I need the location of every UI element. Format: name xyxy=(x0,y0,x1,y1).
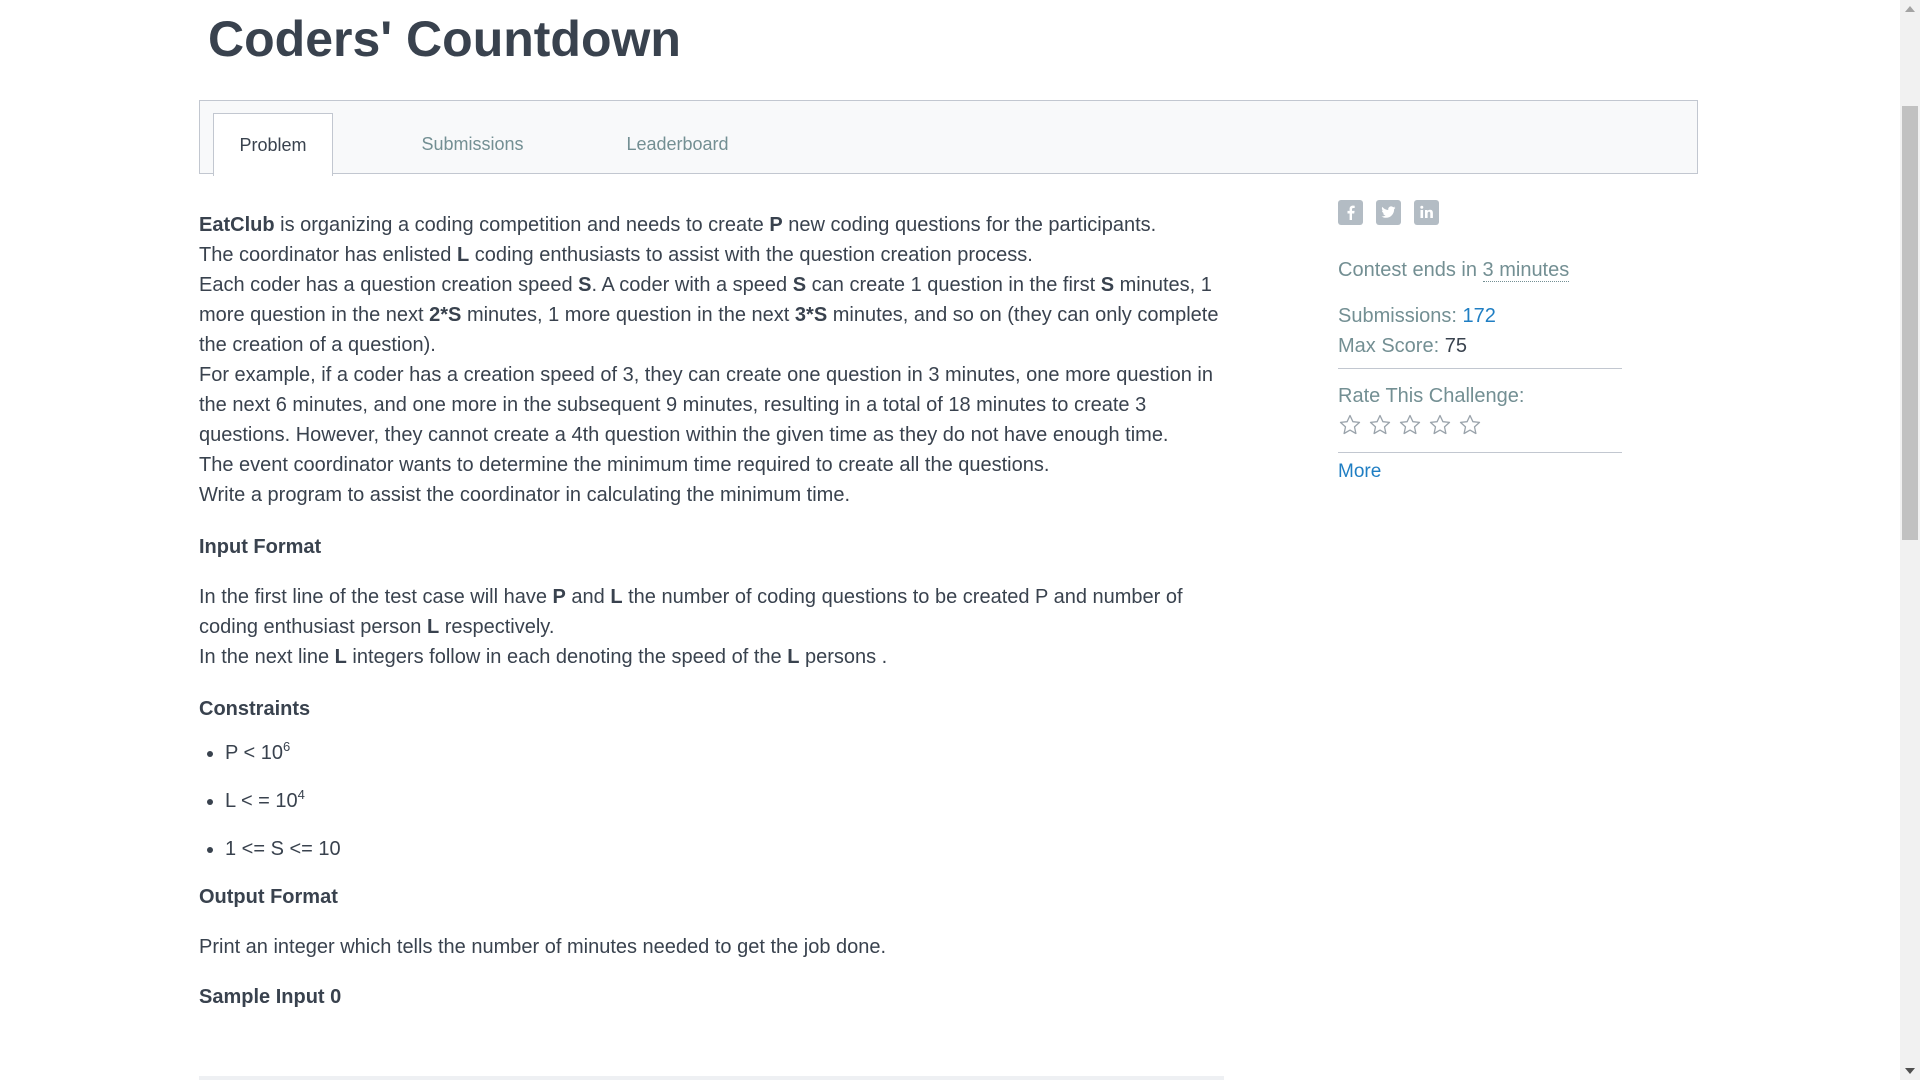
constraint-exponent: 6 xyxy=(283,739,291,754)
vertical-scrollbar[interactable] xyxy=(1900,0,1920,1080)
page-title: Coders' Countdown xyxy=(208,11,681,67)
scrollbar-thumb[interactable] xyxy=(1902,106,1918,540)
intro-goal: The event coordinator wants to determine… xyxy=(199,454,1050,476)
submissions-label: Submissions: xyxy=(1338,305,1463,327)
var-p: P xyxy=(552,586,566,608)
tab-submissions[interactable]: Submissions xyxy=(385,113,560,175)
star-icon[interactable] xyxy=(1458,413,1482,437)
intro-line-3: Each coder has a question creation speed… xyxy=(199,270,1229,360)
text: new coding questions for the participant… xyxy=(782,214,1157,236)
scroll-down-icon[interactable] xyxy=(1905,1068,1915,1074)
star-icon[interactable] xyxy=(1338,413,1362,437)
intro-line-2: The coordinator has enlisted L coding en… xyxy=(199,240,1229,270)
text: minutes, 1 more question in the next xyxy=(461,304,795,326)
challenge-sidebar: Contest ends in 3 minutes Submissions: 1… xyxy=(1338,200,1622,484)
input-format-line-1: In the first line of the test case will … xyxy=(199,582,1229,642)
sample-input-heading: Sample Input 0 xyxy=(199,986,342,1008)
text: is organizing a coding competition and n… xyxy=(274,214,770,236)
var-l: L xyxy=(456,244,470,266)
problem-statement: EatClub is organizing a coding competiti… xyxy=(199,210,1229,1080)
sample-input-box xyxy=(199,1076,1224,1080)
constraint-text: 1 <= S <= 10 xyxy=(225,838,341,860)
var-2s: 2*S xyxy=(429,304,462,326)
output-format-heading: Output Format xyxy=(199,886,338,908)
text: . A coder with a speed xyxy=(591,274,793,296)
intro-task: Write a program to assist the coordinato… xyxy=(199,484,851,506)
constraints-heading: Constraints xyxy=(199,698,311,720)
var-3s: 3*S xyxy=(794,304,828,326)
star-icon[interactable] xyxy=(1428,413,1452,437)
countdown-value: 3 minutes xyxy=(1482,259,1570,282)
text: respectively. xyxy=(439,616,555,638)
list-item: P < 106 xyxy=(225,738,1229,768)
var-l: L xyxy=(610,586,623,608)
constraint-exponent: 4 xyxy=(297,787,305,802)
rating-stars xyxy=(1338,413,1622,439)
scroll-up-icon[interactable] xyxy=(1905,6,1915,12)
input-format-heading: Input Format xyxy=(199,536,322,558)
list-item: L < = 104 xyxy=(225,786,1229,816)
var-s: S xyxy=(578,274,592,296)
intro-example: For example, if a coder has a creation s… xyxy=(199,364,1213,446)
input-format-line-2: In the next line L integers follow in ea… xyxy=(199,642,1229,672)
share-icons xyxy=(1338,200,1622,226)
intro-line-1: EatClub is organizing a coding competiti… xyxy=(199,210,1229,240)
challenge-stats: Submissions: 172 Max Score: 75 xyxy=(1338,301,1622,361)
max-score-stat: Max Score: 75 xyxy=(1338,331,1622,361)
var-p: P xyxy=(769,214,783,236)
list-item: 1 <= S <= 10 xyxy=(225,834,1229,864)
star-icon[interactable] xyxy=(1398,413,1422,437)
countdown-label: Contest ends in xyxy=(1338,259,1483,281)
rate-challenge-label: Rate This Challenge: xyxy=(1338,385,1525,407)
divider xyxy=(1338,452,1622,453)
text: The coordinator has enlisted xyxy=(199,244,457,266)
facebook-icon[interactable] xyxy=(1338,200,1363,225)
submissions-count-link[interactable]: 172 xyxy=(1463,305,1496,327)
text: and xyxy=(565,586,611,608)
max-score-label: Max Score: xyxy=(1338,335,1445,357)
text: In the first line of the test case will … xyxy=(199,586,553,608)
text: can create 1 question in the first xyxy=(806,274,1101,296)
submissions-stat: Submissions: 172 xyxy=(1338,301,1622,331)
var-l: L xyxy=(426,616,440,638)
tab-problem[interactable]: Problem xyxy=(213,113,333,176)
var-s: S xyxy=(1100,274,1115,296)
text: persons . xyxy=(799,646,888,668)
text: Each coder has a question creation speed xyxy=(199,274,579,296)
var-l: L xyxy=(334,646,347,668)
more-link[interactable]: More xyxy=(1338,460,1381,484)
tab-leaderboard[interactable]: Leaderboard xyxy=(590,113,765,175)
output-format-text: Print an integer which tells the number … xyxy=(199,936,887,958)
brand-name: EatClub xyxy=(199,214,275,236)
star-icon[interactable] xyxy=(1368,413,1392,437)
contest-countdown: Contest ends in 3 minutes xyxy=(1338,255,1622,285)
constraint-text: P < 10 xyxy=(225,742,284,764)
linkedin-icon[interactable] xyxy=(1414,200,1439,225)
text: coding enthusiasts to assist with the qu… xyxy=(469,244,1033,266)
var-s: S xyxy=(792,274,807,296)
twitter-icon[interactable] xyxy=(1376,200,1401,225)
text: integers follow in each denoting the spe… xyxy=(346,646,788,668)
tab-bar: Problem Submissions Leaderboard xyxy=(199,100,1698,176)
max-score-value: 75 xyxy=(1444,335,1467,357)
text: In the next line xyxy=(199,646,335,668)
divider xyxy=(1338,368,1622,369)
constraints-list: P < 106 L < = 104 1 <= S <= 10 xyxy=(199,738,1229,864)
var-l: L xyxy=(787,646,800,668)
constraint-text: L < = 10 xyxy=(225,790,298,812)
